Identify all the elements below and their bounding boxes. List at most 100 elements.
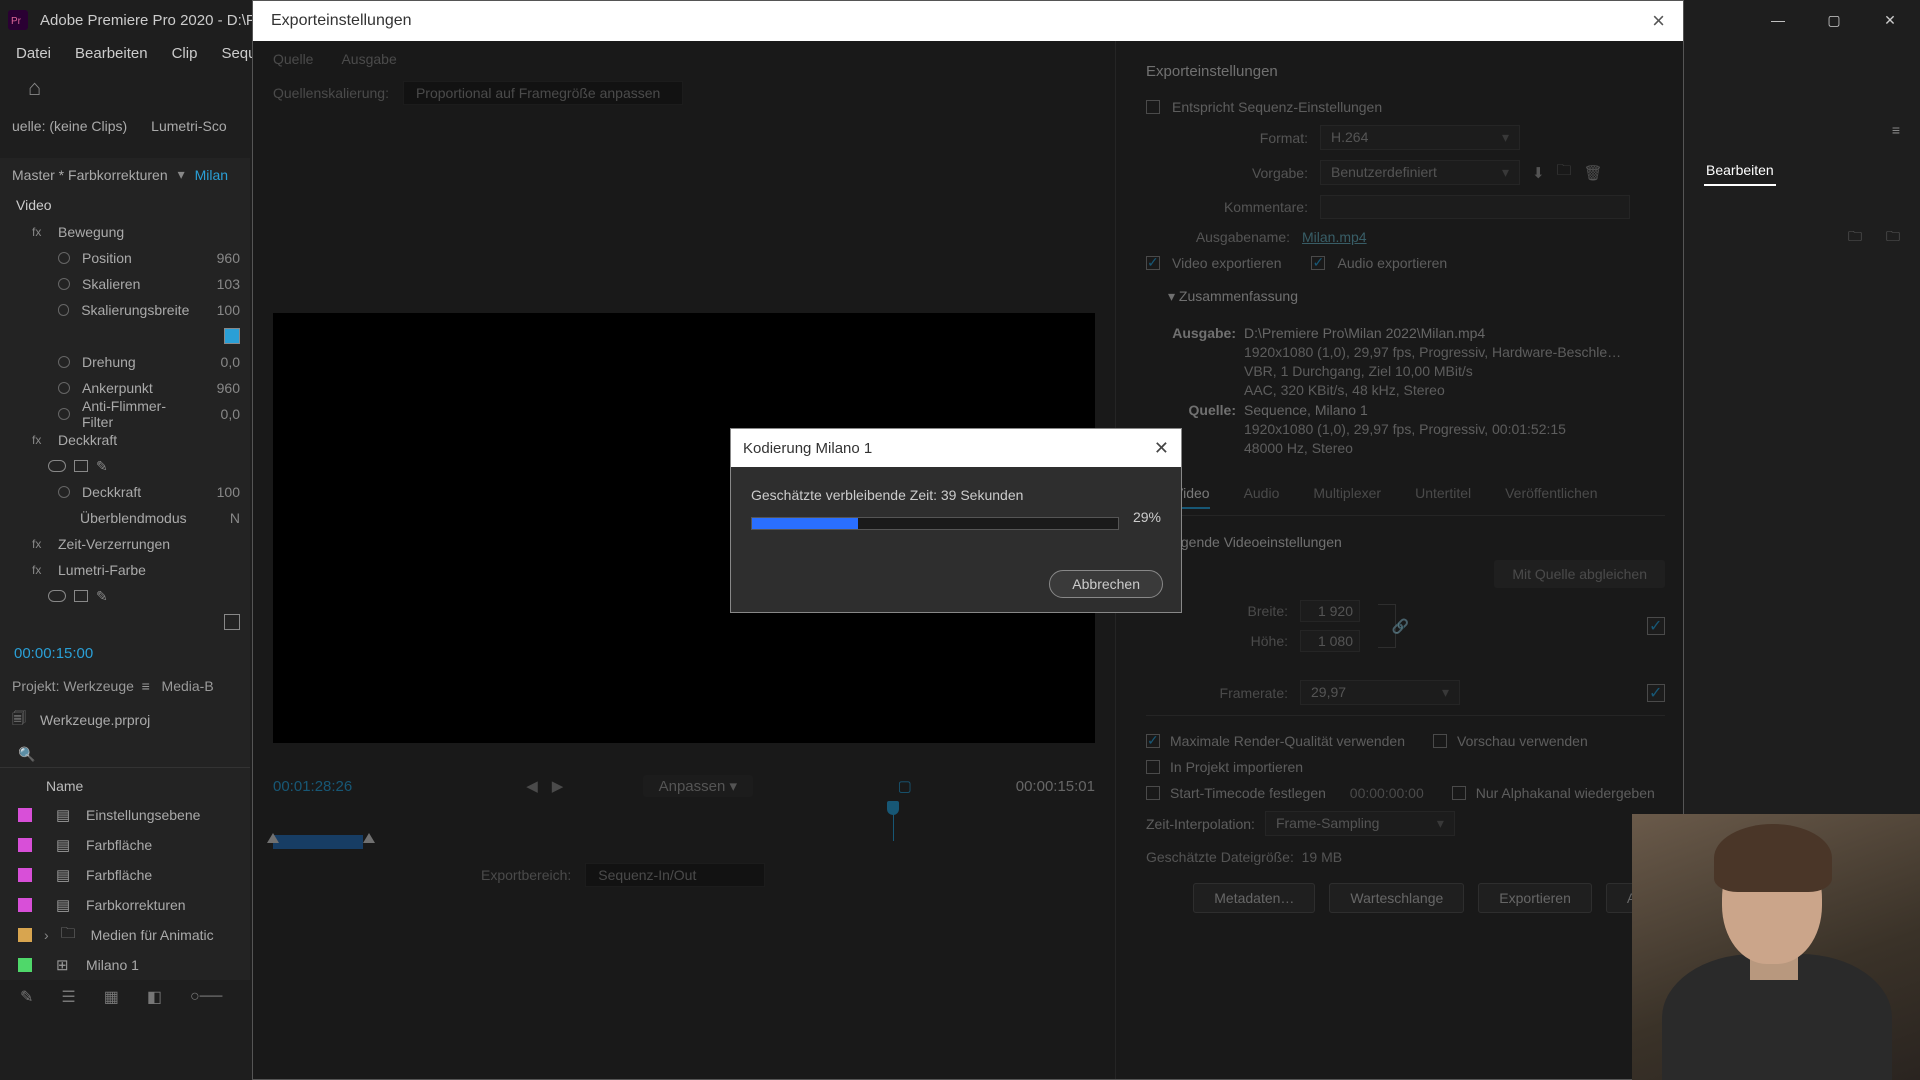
master-clip-label[interactable]: Master * Farbkorrekturen xyxy=(12,167,168,183)
source-scaling-dropdown[interactable]: Proportional auf Framegröße anpassen xyxy=(403,81,683,105)
mask-ellipse-icon[interactable] xyxy=(48,460,66,472)
window-maximize-icon[interactable]: ▢ xyxy=(1824,10,1844,30)
menu-clip[interactable]: Clip xyxy=(160,42,210,65)
freeform-view-icon[interactable]: ◧ xyxy=(147,987,162,1007)
preview-zoom-dropdown[interactable]: Anpassen ▾ xyxy=(643,775,753,797)
home-icon[interactable]: ⌂ xyxy=(28,75,41,101)
label-color-chip[interactable] xyxy=(18,808,32,822)
alpha-only-checkbox[interactable] xyxy=(1452,786,1466,800)
out-point-handle[interactable] xyxy=(363,833,375,853)
delete-preset-icon[interactable]: 🗑 xyxy=(1584,164,1603,182)
timecode-display[interactable]: 00:00:15:00 xyxy=(0,635,250,666)
framerate-match-checkbox[interactable] xyxy=(1647,684,1665,702)
output-preview-tab[interactable]: Ausgabe xyxy=(341,51,396,67)
tab-publish[interactable]: Veröffentlichen xyxy=(1505,485,1597,509)
match-source-button[interactable]: Mit Quelle abgleichen xyxy=(1494,560,1665,588)
export-range-timeline[interactable] xyxy=(253,805,1115,855)
preview-out-timecode[interactable]: 00:00:15:01 xyxy=(1016,778,1095,795)
mask-rect-icon[interactable] xyxy=(74,590,88,602)
keyframe-stopwatch-icon[interactable] xyxy=(58,278,70,290)
label-color-chip[interactable] xyxy=(18,838,32,852)
dimension-match-checkbox[interactable] xyxy=(1647,617,1665,635)
menu-file[interactable]: Datei xyxy=(4,42,63,65)
step-back-icon[interactable]: ◀ xyxy=(526,777,538,795)
import-project-checkbox[interactable] xyxy=(1146,760,1160,774)
media-browser-tab[interactable]: Media-B xyxy=(162,678,214,694)
file-icon: ▤ xyxy=(56,896,74,914)
menu-edit[interactable]: Bearbeiten xyxy=(63,42,160,65)
keyframe-stopwatch-icon[interactable] xyxy=(58,304,70,316)
metadata-button[interactable]: Metadaten… xyxy=(1193,883,1315,913)
name-column-header[interactable]: Name xyxy=(0,767,250,800)
audio-export-checkbox[interactable] xyxy=(1311,256,1325,270)
effect-checkbox[interactable] xyxy=(224,614,240,630)
preview-in-timecode[interactable]: 00:01:28:26 xyxy=(273,778,352,795)
playhead-icon[interactable] xyxy=(893,805,894,841)
bin-icon[interactable]: 🗀 xyxy=(1886,226,1900,250)
webcam-overlay xyxy=(1632,814,1920,1080)
save-preset-icon[interactable]: ⬇ xyxy=(1532,164,1545,182)
preset-dropdown[interactable]: Benutzerdefiniert▾ xyxy=(1320,160,1520,185)
keyframe-stopwatch-icon[interactable] xyxy=(58,382,70,394)
project-tab[interactable]: Projekt: Werkzeuge xyxy=(12,678,134,694)
time-interpolation-dropdown[interactable]: Frame-Sampling▾ xyxy=(1265,811,1455,836)
icon-view-icon[interactable]: ▦ xyxy=(104,987,119,1007)
tool-icon[interactable]: ✎ xyxy=(20,987,33,1007)
file-icon: ▤ xyxy=(56,836,74,854)
comments-input[interactable] xyxy=(1320,195,1630,219)
in-point-handle[interactable] xyxy=(267,833,279,853)
tab-multiplexer[interactable]: Multiplexer xyxy=(1313,485,1381,509)
match-sequence-checkbox[interactable] xyxy=(1146,100,1160,114)
start-timecode-checkbox[interactable] xyxy=(1146,786,1160,800)
label-color-chip[interactable] xyxy=(18,898,32,912)
width-input[interactable]: 1 920 xyxy=(1300,600,1360,622)
max-quality-checkbox[interactable] xyxy=(1146,734,1160,748)
use-previews-checkbox[interactable] xyxy=(1433,734,1447,748)
height-input[interactable]: 1 080 xyxy=(1300,630,1360,652)
master-clip-link[interactable]: Milan xyxy=(195,167,228,183)
keyframe-stopwatch-icon[interactable] xyxy=(58,408,70,420)
label-color-chip[interactable] xyxy=(18,958,32,972)
progress-dialog-titlebar[interactable]: Kodierung Milano 1 ✕ xyxy=(731,429,1181,467)
import-preset-icon[interactable]: 🗀 xyxy=(1557,160,1572,185)
queue-button[interactable]: Warteschlange xyxy=(1329,883,1464,913)
framerate-dropdown[interactable]: 29,97▾ xyxy=(1300,680,1460,705)
video-export-checkbox[interactable] xyxy=(1146,256,1160,270)
range-bar[interactable] xyxy=(273,835,363,849)
keyframe-stopwatch-icon[interactable] xyxy=(58,356,70,368)
output-name-link[interactable]: Milan.mp4 xyxy=(1302,229,1367,245)
window-close-icon[interactable]: ✕ xyxy=(1880,10,1900,30)
format-dropdown[interactable]: H.264▾ xyxy=(1320,125,1520,150)
label-color-chip[interactable] xyxy=(18,928,32,942)
search-icon[interactable]: 🔍 xyxy=(0,742,250,767)
uniform-scale-checkbox[interactable] xyxy=(224,328,240,344)
tab-captions[interactable]: Untertitel xyxy=(1415,485,1471,509)
play-icon[interactable]: ▶ xyxy=(552,777,564,795)
folder-icon[interactable]: 🗀 xyxy=(1848,226,1862,250)
export-range-dropdown[interactable]: Sequenz-In/Out xyxy=(585,863,765,887)
cancel-encoding-button[interactable]: Abbrechen xyxy=(1049,570,1163,598)
lumetri-tab-label[interactable]: Lumetri-Sco xyxy=(151,118,226,134)
mask-rect-icon[interactable] xyxy=(74,460,88,472)
close-icon[interactable]: ✕ xyxy=(1154,438,1169,459)
mask-pen-icon[interactable]: ✎ xyxy=(96,458,108,475)
source-preview-tab[interactable]: Quelle xyxy=(273,51,313,67)
edit-workspace-tab[interactable]: Bearbeiten xyxy=(1704,162,1776,186)
mask-ellipse-icon[interactable] xyxy=(48,590,66,602)
zoom-slider-icon[interactable]: ○── xyxy=(190,988,222,1006)
tab-audio[interactable]: Audio xyxy=(1244,485,1280,509)
window-minimize-icon[interactable]: — xyxy=(1768,10,1788,30)
export-button[interactable]: Exportieren xyxy=(1478,883,1592,913)
label-color-chip[interactable] xyxy=(18,868,32,882)
list-view-icon[interactable]: ☰ xyxy=(61,987,75,1007)
aspect-lock-icon[interactable]: ▢ xyxy=(898,777,912,795)
keyframe-stopwatch-icon[interactable] xyxy=(58,252,70,264)
folder-icon: 🗀 xyxy=(61,923,79,948)
keyframe-stopwatch-icon[interactable] xyxy=(58,486,70,498)
source-tab-label[interactable]: uelle: (keine Clips) xyxy=(12,118,127,134)
link-icon[interactable]: 🔗 xyxy=(1392,618,1409,635)
close-icon[interactable]: × xyxy=(1652,8,1665,34)
mask-pen-icon[interactable]: ✎ xyxy=(96,588,108,605)
export-dialog-titlebar[interactable]: Exporteinstellungen × xyxy=(253,1,1683,41)
video-section-header[interactable]: Video xyxy=(0,191,250,219)
